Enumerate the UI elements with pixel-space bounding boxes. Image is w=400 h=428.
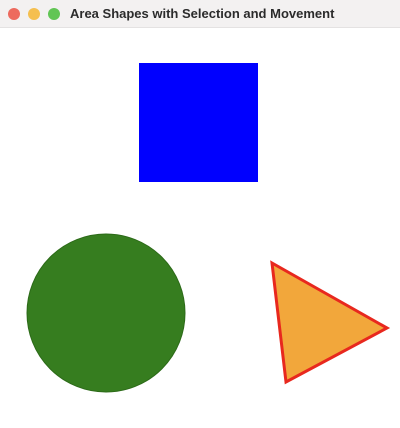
window-title: Area Shapes with Selection and Movement: [70, 6, 335, 21]
shapes-svg[interactable]: [0, 28, 400, 428]
zoom-button[interactable]: [48, 8, 60, 20]
app-window: Area Shapes with Selection and Movement: [0, 0, 400, 428]
triangle-shape[interactable]: [270, 260, 391, 385]
minimize-button[interactable]: [28, 8, 40, 20]
close-button[interactable]: [8, 8, 20, 20]
drawing-canvas[interactable]: [0, 28, 400, 428]
title-bar[interactable]: Area Shapes with Selection and Movement: [0, 0, 400, 28]
square-shape[interactable]: [139, 63, 258, 182]
circle-shape[interactable]: [26, 233, 186, 393]
